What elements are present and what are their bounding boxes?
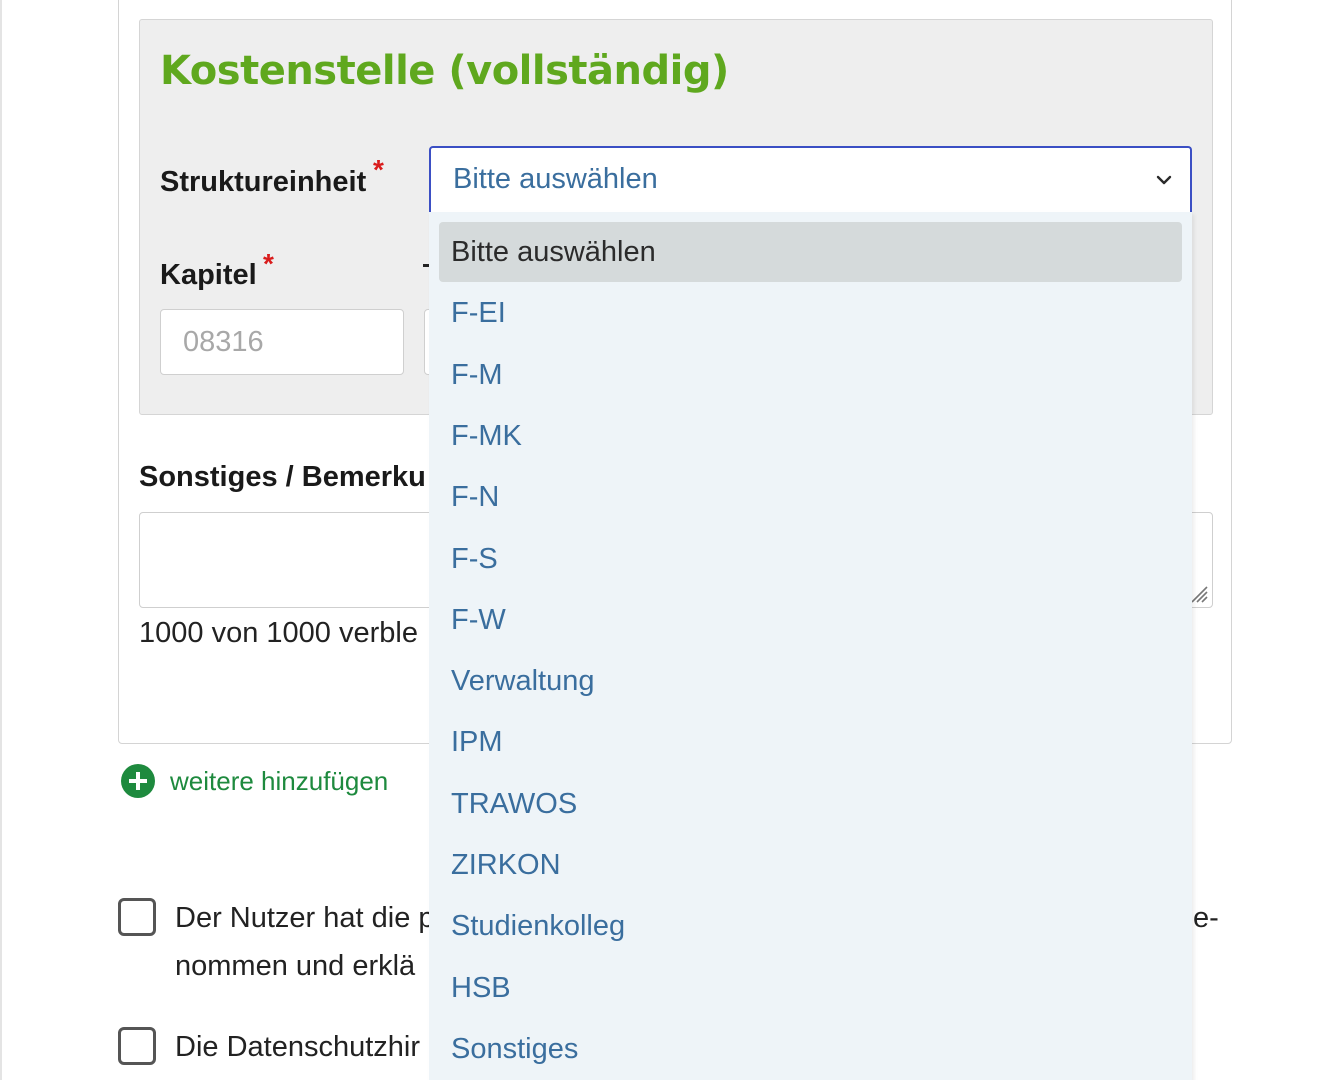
plus-circle-icon xyxy=(121,764,155,798)
kapitel-label: Kapitel xyxy=(160,259,257,291)
dropdown-option[interactable]: Sonstiges xyxy=(439,1019,1182,1079)
dropdown-option[interactable]: F-N xyxy=(439,467,1182,527)
left-border xyxy=(0,0,2,1080)
privacy-checkbox[interactable] xyxy=(118,1027,156,1065)
dropdown-option[interactable]: Bitte auswählen xyxy=(439,222,1182,282)
chevron-down-icon xyxy=(1156,175,1172,185)
dropdown-option[interactable]: HSB xyxy=(439,958,1182,1018)
dropdown-option[interactable]: F-S xyxy=(439,529,1182,589)
consent-checkbox[interactable] xyxy=(118,898,156,936)
select-current-value: Bitte auswählen xyxy=(453,163,658,195)
consent-text-line2: nommen und erklä xyxy=(175,950,416,982)
dropdown-option[interactable]: IPM xyxy=(439,712,1182,772)
required-marker: * xyxy=(263,248,274,279)
dropdown-option[interactable]: F-M xyxy=(439,345,1182,405)
dropdown-option[interactable]: Verwaltung xyxy=(439,651,1182,711)
required-marker: * xyxy=(373,154,384,185)
page: Kostenstelle (vollständig) Struktureinhe… xyxy=(0,0,1340,1080)
dropdown-option[interactable]: F-W xyxy=(439,590,1182,650)
dropdown-option[interactable]: F-MK xyxy=(439,406,1182,466)
dropdown-option[interactable]: ZIRKON xyxy=(439,835,1182,895)
panel-title: Kostenstelle (vollständig) xyxy=(160,48,729,94)
add-more-button[interactable]: weitere hinzufügen xyxy=(121,763,388,799)
kapitel-input[interactable] xyxy=(160,309,404,375)
struktureinheit-select[interactable]: Bitte auswählen xyxy=(429,146,1192,214)
select-dropdown-list: Bitte auswählen F-EI F-M F-MK F-N F-S F-W Verwa… xyxy=(429,212,1192,1080)
dropdown-option[interactable]: F-EI xyxy=(439,283,1182,343)
dropdown-option[interactable]: Studienkolleg xyxy=(439,896,1182,956)
remarks-label: Sonstiges / Bemerku xyxy=(139,461,426,493)
privacy-text: Die Datenschutzhir xyxy=(175,1031,420,1063)
add-more-label: weitere hinzufügen xyxy=(170,765,389,796)
consent-text-tail: e- xyxy=(1193,902,1219,934)
dropdown-option[interactable]: TRAWOS xyxy=(439,774,1182,834)
character-counter: 1000 von 1000 verble xyxy=(139,617,418,649)
consent-text-line1: Der Nutzer hat die p xyxy=(175,902,435,934)
struktureinheit-label: Struktureinheit xyxy=(160,166,367,198)
